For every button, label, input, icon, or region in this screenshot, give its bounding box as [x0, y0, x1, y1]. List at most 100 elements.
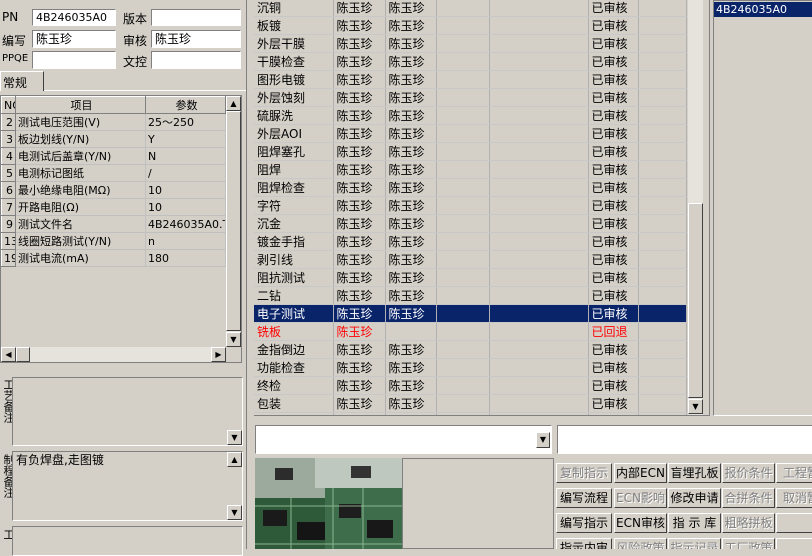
process-empty-cell[interactable]: [638, 214, 687, 233]
process-empty-cell[interactable]: [489, 214, 589, 233]
process-vscrollbar[interactable]: ▼: [688, 0, 703, 415]
toolbar-button[interactable]: 风险政策: [614, 538, 667, 549]
process-status-cell[interactable]: 已审核: [588, 286, 639, 305]
process-row[interactable]: 板镀 陈玉珍 陈玉珍 已审核: [254, 16, 687, 35]
param-item-cell[interactable]: 电测试后盖章(Y/N): [15, 147, 146, 165]
param-no-cell[interactable]: 4: [1, 147, 16, 165]
params-row[interactable]: 9测试文件名4B246035A0.TG: [1, 215, 226, 233]
process-name-cell[interactable]: 字符: [254, 196, 334, 215]
param-item-cell[interactable]: 最小绝缘电阻(MΩ): [15, 181, 146, 199]
process-empty-cell[interactable]: [489, 322, 589, 341]
process-name-cell[interactable]: 外层蚀刻: [254, 88, 334, 107]
scroll-down-icon[interactable]: ▼: [227, 505, 242, 520]
process-reviewer-cell[interactable]: 陈玉珍: [385, 16, 437, 35]
process-empty-cell[interactable]: [436, 376, 490, 395]
param-item-cell[interactable]: 电测标记图纸: [15, 164, 146, 182]
param-no-cell[interactable]: 7: [1, 198, 16, 216]
process-reviewer-cell[interactable]: 陈玉珍: [385, 214, 437, 233]
params-row[interactable]: 2 测试电压范围(V) 25～250: [1, 113, 226, 131]
process-empty-cell[interactable]: [638, 142, 687, 161]
process-row[interactable]: 阻焊塞孔 陈玉珍 陈玉珍 已审核: [254, 142, 687, 161]
process-reviewer-cell[interactable]: 陈玉珍: [385, 52, 437, 71]
process-status-cell[interactable]: 已审核: [588, 178, 639, 197]
process-empty-cell[interactable]: [436, 214, 490, 233]
process-empty-cell[interactable]: [436, 52, 490, 71]
process-name-cell[interactable]: 外层AOI: [254, 124, 334, 143]
process-author-cell[interactable]: 陈玉珍: [333, 196, 386, 215]
process-empty-cell[interactable]: [436, 196, 490, 215]
param-no-cell[interactable]: 9: [1, 215, 16, 233]
pn-field[interactable]: 4B246035A0: [32, 9, 116, 26]
process-row[interactable]: 铣板 陈玉珍 已回退: [254, 322, 687, 341]
process-empty-cell[interactable]: [436, 412, 490, 415]
toolbar-button[interactable]: 报价条件: [722, 463, 775, 483]
process-empty-cell[interactable]: [638, 340, 687, 359]
process-reviewer-cell[interactable]: 陈玉珍: [385, 106, 437, 125]
process-row[interactable]: 阻焊检查 陈玉珍 陈玉珍 已审核: [254, 178, 687, 197]
process-status-cell[interactable]: 已审核: [588, 16, 639, 35]
pn-list-item[interactable]: 4B246035A0: [714, 2, 812, 17]
params-row[interactable]: 19测试电流(mA)180: [1, 249, 226, 267]
process-row[interactable]: 成品仓陈玉珍陈玉珍已审核: [254, 412, 687, 415]
process-name-cell[interactable]: 镀金手指: [254, 232, 334, 251]
process-author-cell[interactable]: 陈玉珍: [333, 52, 386, 71]
process-empty-cell[interactable]: [436, 34, 490, 53]
process-reviewer-cell[interactable]: 陈玉珍: [385, 34, 437, 53]
process-empty-cell[interactable]: [638, 232, 687, 251]
process-status-cell[interactable]: 已审核: [588, 250, 639, 269]
param-no-cell[interactable]: 2: [1, 113, 16, 131]
process-status-cell[interactable]: 已审核: [588, 214, 639, 233]
param-value-cell[interactable]: N: [145, 147, 226, 165]
process-reviewer-cell[interactable]: [385, 322, 437, 341]
param-value-cell[interactable]: n: [145, 232, 226, 250]
process-row[interactable]: 图形电镀 陈玉珍 陈玉珍 已审核: [254, 70, 687, 89]
toolbar-button[interactable]: 工程暂: [776, 463, 812, 483]
toolbar-button[interactable]: 工厂政策: [722, 538, 775, 549]
process-row[interactable]: 硫脲洗 陈玉珍 陈玉珍 已审核: [254, 106, 687, 125]
scroll-up-icon[interactable]: ▲: [226, 96, 241, 111]
process-empty-cell[interactable]: [489, 268, 589, 287]
toolbar-button[interactable]: 指示记录: [668, 538, 721, 549]
process-name-cell[interactable]: 板镀: [254, 16, 334, 35]
process-reviewer-cell[interactable]: 陈玉珍: [385, 88, 437, 107]
process-name-cell[interactable]: 阻焊: [254, 160, 334, 179]
process-author-cell[interactable]: 陈玉珍: [333, 142, 386, 161]
process-empty-cell[interactable]: [436, 160, 490, 179]
process-empty-cell[interactable]: [489, 412, 589, 415]
toolbar-button[interactable]: ECN审核: [614, 513, 667, 533]
process-empty-cell[interactable]: [638, 412, 687, 415]
process-empty-cell[interactable]: [638, 376, 687, 395]
process-empty-cell[interactable]: [638, 70, 687, 89]
toolbar-button[interactable]: 指示内审: [556, 538, 612, 549]
scroll-left-icon[interactable]: ◀: [1, 347, 16, 362]
process-row[interactable]: 阻焊 陈玉珍 陈玉珍 已审核: [254, 160, 687, 179]
process-empty-cell[interactable]: [436, 178, 490, 197]
process-empty-cell[interactable]: [436, 142, 490, 161]
process-empty-cell[interactable]: [489, 394, 589, 413]
process-status-cell[interactable]: 已回退: [588, 322, 639, 341]
param-value-cell[interactable]: 25～250: [145, 113, 226, 131]
toolbar-button[interactable]: [776, 513, 812, 533]
param-item-cell[interactable]: 开路电阻(Ω): [15, 198, 146, 216]
process-author-cell[interactable]: 陈玉珍: [333, 34, 386, 53]
process-empty-cell[interactable]: [638, 160, 687, 179]
process-empty-cell[interactable]: [638, 16, 687, 35]
process-author-cell[interactable]: 陈玉珍: [333, 124, 386, 143]
hscroll-thumb[interactable]: [16, 347, 30, 362]
process-empty-cell[interactable]: [436, 0, 490, 17]
process-reviewer-cell[interactable]: 陈玉珍: [385, 124, 437, 143]
toolbar-button[interactable]: 内部ECN: [614, 463, 667, 483]
process-name-cell[interactable]: 功能检查: [254, 358, 334, 377]
param-no-cell[interactable]: 13: [1, 232, 16, 250]
process-status-cell[interactable]: 已审核: [588, 358, 639, 377]
process-name-cell[interactable]: 包装: [254, 394, 334, 413]
process-empty-cell[interactable]: [638, 304, 687, 323]
process-author-cell[interactable]: 陈玉珍: [333, 16, 386, 35]
process-empty-cell[interactable]: [638, 250, 687, 269]
process-name-cell[interactable]: 阻焊检查: [254, 178, 334, 197]
process-empty-cell[interactable]: [436, 88, 490, 107]
scroll-thumb[interactable]: [226, 111, 241, 331]
scroll-down-icon[interactable]: ▼: [688, 399, 703, 414]
process-remark-field[interactable]: 有负焊盘,走图镀 ▲ ▼: [12, 451, 243, 521]
process-name-cell[interactable]: 图形电镀: [254, 70, 334, 89]
